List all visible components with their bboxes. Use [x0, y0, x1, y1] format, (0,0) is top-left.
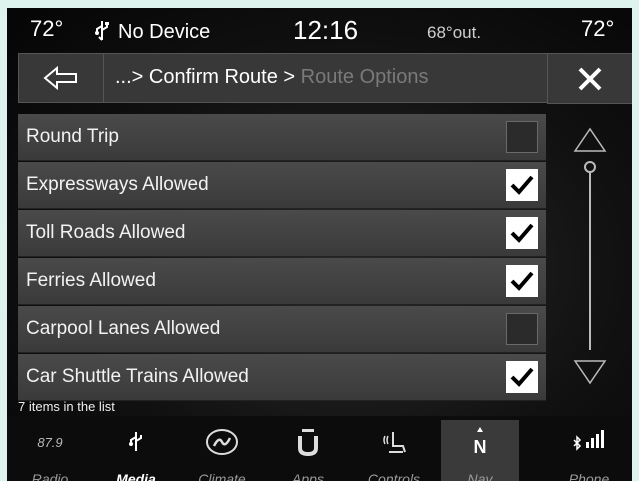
checkbox[interactable]	[506, 169, 538, 201]
header-bar: ...> Confirm Route > Route Options	[18, 53, 548, 103]
clock: 12:16	[293, 15, 359, 45]
bottom-nav-bar: 87.9 Radio Media Climate Apps Controls N…	[7, 416, 632, 481]
scroll-up-button[interactable]	[573, 127, 607, 158]
option-row-expressways[interactable]: Expressways Allowed	[18, 162, 546, 209]
option-row-carpool[interactable]: Carpool Lanes Allowed	[18, 306, 546, 353]
nav-label: Controls	[367, 471, 421, 481]
nav-apps[interactable]: Apps	[265, 416, 351, 481]
list-item-count: 7 items in the list	[18, 399, 115, 414]
status-bar: 72° No Device 12:16 68°out. 72°	[7, 8, 632, 54]
outside-temp: 68°out.	[427, 23, 482, 42]
scroll-down-button[interactable]	[573, 359, 607, 390]
nav-controls[interactable]: Controls	[351, 416, 437, 481]
checkmark-icon	[510, 175, 534, 195]
radio-frequency: 87.9	[37, 434, 63, 450]
checkbox[interactable]	[506, 217, 538, 249]
checkmark-icon	[510, 223, 534, 243]
nav-climate[interactable]: Climate	[179, 416, 265, 481]
media-device-status: No Device	[118, 21, 211, 43]
option-row-ferries[interactable]: Ferries Allowed	[18, 258, 546, 305]
bluetooth-signal-icon	[546, 428, 632, 456]
nav-phone[interactable]: Phone	[546, 416, 632, 481]
nav-radio[interactable]: 87.9 Radio	[7, 416, 93, 481]
option-label: Car Shuttle Trains Allowed	[26, 366, 249, 387]
option-row-toll-roads[interactable]: Toll Roads Allowed	[18, 210, 546, 257]
back-arrow-icon	[43, 66, 77, 90]
close-button[interactable]	[547, 53, 632, 104]
breadcrumb-current: Route Options	[300, 66, 429, 88]
option-label: Expressways Allowed	[26, 174, 209, 195]
option-label: Round Trip	[26, 126, 119, 147]
svg-text:N: N	[474, 437, 487, 457]
close-icon	[578, 67, 602, 90]
nav-label: Phone	[568, 471, 610, 481]
infotainment-screen: 72° No Device 12:16 68°out. 72° ...> Con…	[7, 8, 632, 481]
seat-heat-icon	[351, 428, 437, 456]
usb-icon	[94, 20, 110, 48]
breadcrumb-path[interactable]: ...> Confirm Route >	[115, 66, 301, 88]
scrollbar-track[interactable]	[589, 168, 591, 350]
nav-label: Radio	[31, 471, 69, 481]
nav-label: Nav	[467, 471, 493, 481]
option-row-round-trip[interactable]: Round Trip	[18, 114, 546, 161]
nav-nav[interactable]: N Nav	[437, 416, 523, 481]
option-label: Toll Roads Allowed	[26, 222, 186, 243]
nav-label: Climate	[198, 471, 246, 481]
usb-icon	[93, 428, 179, 456]
checkbox[interactable]	[506, 121, 538, 153]
checkmark-icon	[510, 271, 534, 291]
climate-icon	[179, 428, 265, 456]
uconnect-icon	[265, 428, 351, 456]
option-label: Carpool Lanes Allowed	[26, 318, 221, 339]
option-label: Ferries Allowed	[26, 270, 156, 291]
passenger-temp[interactable]: 72°	[581, 16, 614, 42]
checkbox[interactable]	[506, 265, 538, 297]
nav-label: Media	[116, 471, 156, 481]
triangle-down-icon	[573, 360, 607, 385]
scrollbar-thumb[interactable]	[584, 161, 596, 173]
checkbox[interactable]	[506, 313, 538, 345]
triangle-up-icon	[573, 127, 607, 152]
driver-temp[interactable]: 72°	[30, 16, 63, 42]
nav-media[interactable]: Media	[93, 416, 179, 481]
checkmark-icon	[510, 367, 534, 387]
route-options-list: Round Trip Expressways Allowed Toll Road…	[18, 114, 546, 402]
checkbox[interactable]	[506, 361, 538, 393]
nav-label: Apps	[292, 471, 324, 481]
option-row-car-shuttle[interactable]: Car Shuttle Trains Allowed	[18, 354, 546, 401]
breadcrumb: ...> Confirm Route > Route Options	[115, 66, 429, 89]
compass-north-icon: N	[437, 427, 523, 457]
back-button[interactable]	[19, 54, 104, 102]
